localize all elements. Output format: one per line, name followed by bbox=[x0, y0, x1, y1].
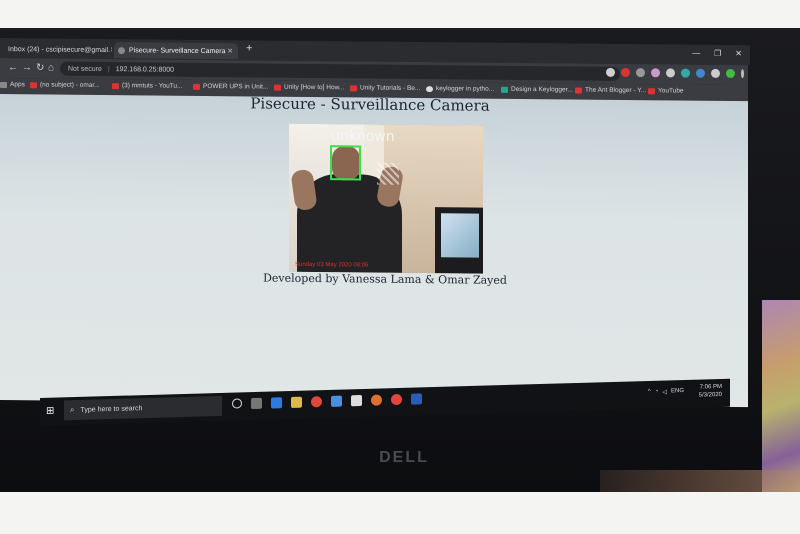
camera-scene-pattern bbox=[377, 162, 399, 185]
extension-icon[interactable] bbox=[621, 67, 630, 78]
extension-icon[interactable] bbox=[696, 68, 705, 78]
camera-scene-laptop-screen bbox=[441, 213, 479, 258]
photo-background-bottom bbox=[0, 492, 800, 534]
bookmark-item[interactable]: Unity [How to] How... bbox=[274, 84, 344, 91]
bookmark-item[interactable]: (3) mmtuts - YouTu... bbox=[112, 82, 182, 90]
tab-pisecure[interactable]: Pisecure- Surveillance Camera ✕ bbox=[114, 42, 238, 60]
system-tray: ^ ◔ ◁ ENG bbox=[648, 388, 684, 396]
maximize-button[interactable]: ❐ bbox=[714, 49, 721, 58]
globe-icon bbox=[118, 46, 125, 54]
tray-language[interactable]: ENG bbox=[671, 388, 684, 395]
menu-icon[interactable] bbox=[741, 69, 744, 79]
close-tab-icon[interactable]: ✕ bbox=[110, 46, 112, 54]
desk-object-right bbox=[762, 300, 800, 492]
volume-icon[interactable]: ◁ bbox=[662, 388, 667, 395]
home-button[interactable]: ⌂ bbox=[48, 62, 54, 73]
store-icon[interactable] bbox=[351, 395, 362, 407]
bookmark-item[interactable]: POWER UPS in Unit... bbox=[193, 83, 268, 91]
dell-logo: DELL bbox=[379, 449, 429, 466]
star-icon[interactable] bbox=[606, 67, 615, 77]
new-tab-button[interactable]: + bbox=[246, 42, 252, 54]
gmail-icon bbox=[30, 81, 37, 88]
extension-icon[interactable] bbox=[636, 68, 645, 78]
taskbar-search[interactable]: ⌕ Type here to search bbox=[64, 395, 222, 421]
mail-icon[interactable] bbox=[331, 395, 342, 407]
camera-timestamp: Sunday 03 May 2020 08:06 bbox=[295, 261, 369, 269]
bookmark-item[interactable]: YouTube bbox=[648, 87, 684, 95]
edge-icon[interactable] bbox=[271, 397, 282, 409]
clock-date: 5/3/2020 bbox=[698, 391, 722, 399]
face-detection-box bbox=[330, 145, 361, 181]
chrome-icon[interactable] bbox=[311, 396, 322, 408]
chrome-icon[interactable] bbox=[391, 393, 402, 406]
tab-label: Inbox (24) - cscipisecure@gmail. bbox=[8, 45, 111, 54]
apps-grid-icon bbox=[0, 81, 7, 88]
address-bar[interactable]: Not secure | 192.168.0.25:8000 bbox=[60, 61, 620, 81]
taskbar-apps bbox=[232, 393, 422, 410]
youtube-icon bbox=[575, 87, 582, 94]
bookmark-item[interactable]: Design a Keylogger... bbox=[501, 86, 573, 93]
reload-button[interactable]: ↻ bbox=[36, 62, 44, 73]
youtube-icon bbox=[648, 87, 655, 94]
file-explorer-icon[interactable] bbox=[291, 396, 302, 408]
youtube-icon bbox=[274, 84, 281, 91]
extension-icon[interactable] bbox=[666, 68, 675, 78]
credits-caption: Developed by Vanessa Lama & Omar Zayed bbox=[263, 271, 507, 287]
search-icon: ⌕ bbox=[70, 405, 75, 415]
task-view-icon[interactable] bbox=[251, 397, 262, 410]
word-icon[interactable] bbox=[411, 393, 422, 405]
tab-label: Pisecure- Surveillance Camera bbox=[129, 46, 226, 55]
page-title: Pisecure - Surveillance Camera bbox=[250, 94, 490, 115]
bookmark-item[interactable]: Unity Tutorials - Be... bbox=[350, 84, 420, 92]
close-window-button[interactable]: ✕ bbox=[735, 49, 742, 58]
forward-button[interactable]: → bbox=[22, 62, 32, 73]
youtube-icon bbox=[350, 84, 357, 91]
window-controls: — ❐ ✕ bbox=[692, 49, 742, 58]
close-tab-icon[interactable]: ✕ bbox=[227, 47, 233, 55]
face-detection-label: unknown bbox=[331, 128, 395, 145]
back-button[interactable]: ← bbox=[8, 62, 18, 73]
network-icon[interactable]: ◔ bbox=[655, 389, 659, 396]
desk-surface bbox=[600, 470, 800, 492]
firefox-icon[interactable] bbox=[371, 394, 382, 406]
url-text[interactable]: 192.168.0.25:8000 bbox=[116, 66, 174, 74]
geeksforgeeks-icon bbox=[501, 86, 508, 93]
taskbar-clock[interactable]: 7:06 PM 5/3/2020 bbox=[699, 383, 722, 400]
extension-icon[interactable] bbox=[711, 68, 720, 78]
tray-chevron-icon[interactable]: ^ bbox=[648, 389, 651, 396]
photo-background-top bbox=[0, 0, 800, 28]
bookmark-item[interactable]: The Ant Blogger - Y... bbox=[575, 87, 646, 94]
profile-avatar[interactable] bbox=[726, 68, 735, 79]
web-page: Pisecure - Surveillance Camera unknown S… bbox=[0, 94, 748, 408]
google-icon bbox=[426, 85, 433, 92]
extension-icons bbox=[606, 67, 744, 79]
bookmark-item[interactable]: (no subject) - omar... bbox=[30, 81, 100, 89]
minimize-button[interactable]: — bbox=[692, 49, 700, 58]
camera-feed: unknown Sunday 03 May 2020 08:06 bbox=[289, 123, 483, 274]
cortana-icon[interactable] bbox=[232, 398, 242, 409]
address-separator: | bbox=[107, 65, 110, 73]
extension-icon[interactable] bbox=[651, 68, 660, 78]
youtube-icon bbox=[112, 82, 119, 89]
security-indicator[interactable]: Not secure bbox=[68, 65, 102, 72]
windows-start-icon[interactable]: ⊞ bbox=[46, 406, 56, 417]
extension-icon[interactable] bbox=[681, 68, 690, 78]
bookmark-item[interactable]: Apps bbox=[0, 81, 25, 88]
youtube-icon bbox=[193, 83, 200, 90]
bookmark-item[interactable]: keylogger in pytho... bbox=[426, 85, 494, 93]
tab-inbox[interactable]: Inbox (24) - cscipisecure@gmail. ✕ bbox=[0, 41, 112, 58]
search-placeholder: Type here to search bbox=[80, 404, 143, 414]
